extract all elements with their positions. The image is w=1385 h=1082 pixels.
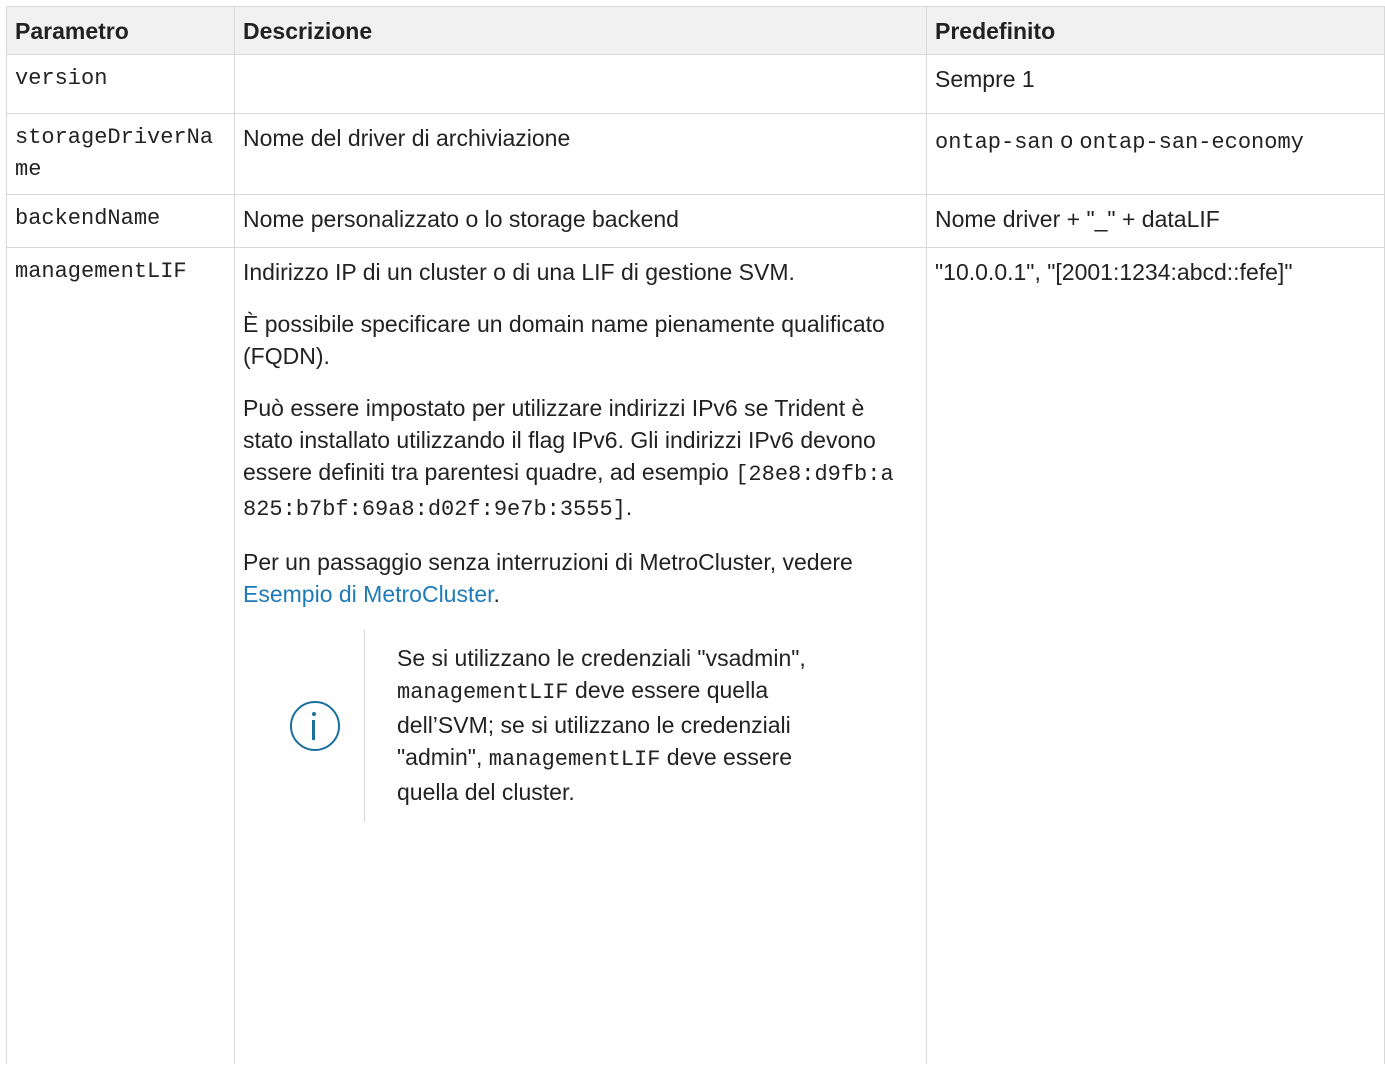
desc-backend-name: Nome personalizzato o lo storage backend	[234, 194, 927, 248]
note-text: Se si utilizzano le credenziali "vsadmin…	[365, 630, 865, 822]
table-row: backendName Nome personalizzato o lo sto…	[6, 194, 1385, 248]
table-row: storageDriverName Nome del driver di arc…	[6, 113, 1385, 195]
metrocluster-example-link[interactable]: Esempio di MetroCluster	[243, 581, 494, 607]
note-admonition: Se si utilizzano le credenziali "vsadmin…	[265, 630, 896, 822]
table-header-row: Parametro Descrizione Predefinito	[6, 6, 1385, 55]
note-code-2: managementLIF	[488, 747, 661, 772]
table-row: version Sempre 1	[6, 54, 1385, 114]
param-version: version	[6, 54, 235, 114]
parameters-table: Parametro Descrizione Predefinito versio…	[6, 6, 1385, 1064]
info-icon	[289, 701, 340, 751]
header-predefinito: Predefinito	[926, 6, 1385, 55]
metrocluster-text: Per un passaggio senza interruzioni di M…	[243, 549, 853, 575]
default-version: Sempre 1	[926, 54, 1385, 114]
desc-version	[234, 54, 927, 114]
default-management-lif: "10.0.0.1", "[2001:1234:abcd::fefe]"	[926, 247, 1385, 1064]
header-parametro: Parametro	[6, 6, 235, 55]
default-separator: o	[1053, 127, 1080, 153]
default-backend-name: Nome driver + "_" + dataLIF	[926, 194, 1385, 248]
note-code-1: managementLIF	[397, 680, 569, 705]
default-code-ontap-san-economy: ontap-san-economy	[1079, 130, 1304, 155]
param-management-lif: managementLIF	[6, 247, 235, 1064]
desc-storage-driver-name: Nome del driver di archiviazione	[234, 113, 927, 195]
default-code-ontap-san: ontap-san	[935, 130, 1054, 155]
desc-paragraph-ip: Indirizzo IP di un cluster o di una LIF …	[243, 259, 795, 285]
desc-paragraph-metrocluster: Per un passaggio senza interruzioni di M…	[243, 546, 903, 610]
table-row: managementLIF Indirizzo IP di un cluster…	[6, 247, 1385, 1064]
desc-management-lif: Indirizzo IP di un cluster o di una LIF …	[234, 247, 927, 1064]
default-storage-driver-name: ontap-san o ontap-san-economy	[926, 113, 1385, 195]
note-text-1: Se si utilizzano le credenziali "vsadmin…	[397, 645, 806, 671]
desc-paragraph-ipv6: Può essere impostato per utilizzare indi…	[243, 392, 903, 526]
header-descrizione: Descrizione	[234, 6, 927, 55]
note-icon-column	[265, 630, 365, 822]
param-backend-name: backendName	[6, 194, 235, 248]
metrocluster-end: .	[493, 581, 500, 607]
ipv6-end: .	[625, 494, 633, 520]
desc-paragraph-fqdn: È possibile specificare un domain name p…	[243, 311, 885, 369]
param-storage-driver-name: storageDriverName	[6, 113, 235, 195]
